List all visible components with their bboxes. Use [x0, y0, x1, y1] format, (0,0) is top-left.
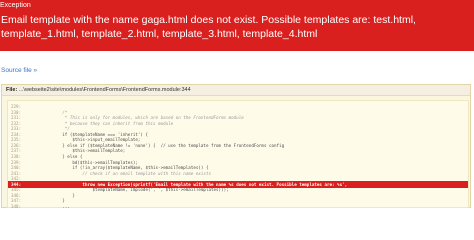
source-file-panel: File: ...\webseite2\site\modules\Fronten…	[1, 84, 471, 210]
line-source: ...	[32, 203, 70, 209]
line-number: 348:	[11, 203, 22, 209]
file-label: File:	[6, 87, 18, 93]
code-line: 348: ...	[8, 203, 468, 210]
file-path: ...\webseite2\site\modules\FrontendForms…	[18, 87, 191, 93]
source-file-link[interactable]: Source file »	[1, 67, 37, 74]
code-listing: 229: 230: /* 231: * This is only for modul…	[7, 100, 469, 210]
exception-type: Exception	[0, 2, 31, 9]
file-header: File: ...\webseite2\site\modules\Fronten…	[2, 85, 470, 96]
exception-message: Email template with the name gaga.html d…	[1, 14, 416, 40]
error-banner: Exception Email template with the name g…	[0, 0, 474, 51]
